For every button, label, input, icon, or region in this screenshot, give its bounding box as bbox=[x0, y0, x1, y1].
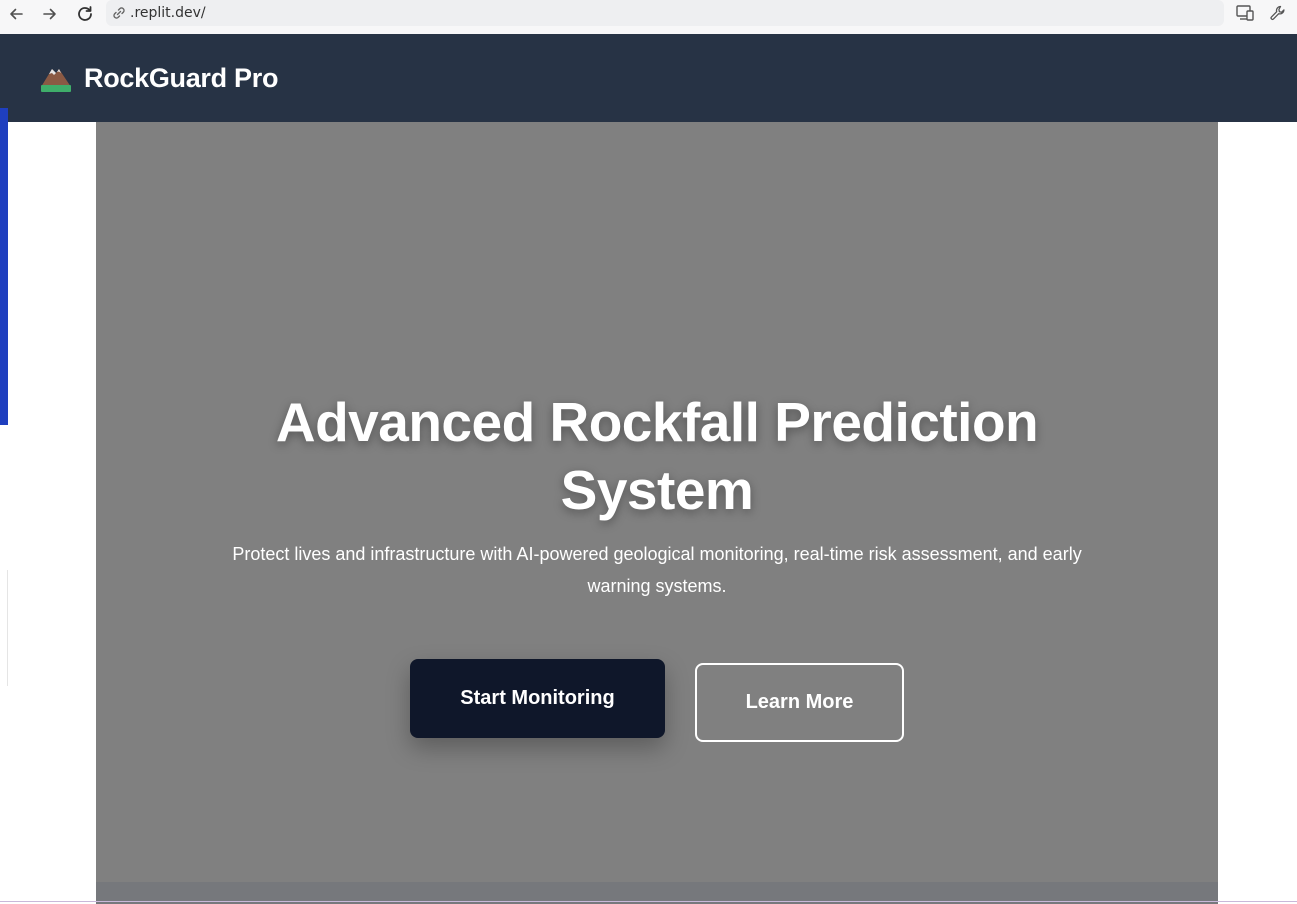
url-text: .replit.dev/ bbox=[130, 5, 206, 21]
browser-toolbar: .replit.dev/ bbox=[0, 0, 1297, 34]
hero-subtitle-line: Protect lives and infrastructure with AI… bbox=[232, 544, 1082, 564]
hero-subtitle: Protect lives and infrastructure with AI… bbox=[96, 538, 1218, 602]
app-header: RockGuard Pro bbox=[0, 34, 1297, 122]
device-icon[interactable] bbox=[1234, 3, 1256, 23]
wrench-icon[interactable] bbox=[1267, 3, 1289, 23]
start-monitoring-button[interactable]: Start Monitoring bbox=[410, 659, 665, 738]
hero-title: Advanced Rockfall Prediction System bbox=[96, 388, 1218, 524]
address-bar[interactable]: .replit.dev/ bbox=[106, 0, 1224, 26]
reload-icon[interactable] bbox=[71, 2, 99, 26]
back-arrow-icon[interactable] bbox=[2, 2, 30, 26]
forward-arrow-icon[interactable] bbox=[36, 2, 64, 26]
hero-title-line: Advanced Rockfall Prediction bbox=[275, 391, 1039, 453]
left-edge-divider bbox=[7, 570, 8, 686]
link-icon bbox=[113, 7, 125, 19]
learn-more-button[interactable]: Learn More bbox=[695, 663, 904, 742]
page-bottom-rule bbox=[0, 901, 1297, 902]
left-edge-strip bbox=[0, 108, 8, 425]
hero-section: Advanced Rockfall Prediction System Prot… bbox=[96, 122, 1218, 882]
brand[interactable]: RockGuard Pro bbox=[40, 34, 278, 122]
mountain-icon bbox=[41, 69, 71, 92]
brand-name: RockGuard Pro bbox=[84, 62, 279, 93]
hero-subtitle-line: warning systems. bbox=[587, 576, 727, 596]
hero-title-line: System bbox=[560, 459, 754, 521]
